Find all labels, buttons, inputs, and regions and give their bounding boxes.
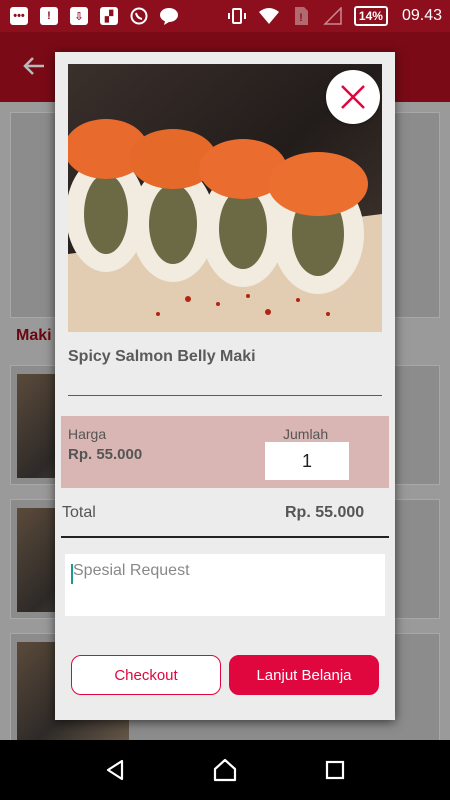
total-value: Rp. 55.000 — [285, 504, 365, 521]
svg-text:!: ! — [299, 12, 303, 24]
home-button[interactable] — [205, 750, 245, 790]
special-request-input[interactable] — [65, 554, 385, 616]
system-icons: ! 14% 09.43 — [226, 6, 442, 26]
back-triangle-icon — [106, 759, 124, 781]
battery-indicator: 14% — [353, 6, 388, 26]
chat-bubble-icon: ••• — [8, 6, 30, 26]
download-icon: ⇩ — [68, 6, 90, 26]
price-value: Rp. 55.000 — [68, 446, 143, 463]
price-label: Harga — [68, 426, 107, 442]
close-button[interactable] — [326, 70, 380, 124]
notification-icons: ••• ! ⇩ ▞ — [8, 6, 180, 26]
background-section-label: Maki — [16, 327, 52, 344]
back-arrow-icon — [22, 54, 48, 80]
line-icon — [158, 6, 180, 26]
recents-button[interactable] — [315, 750, 355, 790]
checkout-button[interactable]: Checkout — [71, 655, 221, 695]
whatsapp-icon — [128, 6, 150, 26]
clock: 09.43 — [401, 7, 442, 24]
home-icon — [213, 758, 237, 782]
divider — [68, 395, 382, 396]
wifi-icon — [258, 6, 280, 26]
continue-shopping-button[interactable]: Lanjut Belanja — [229, 655, 379, 695]
price-quantity-panel: Harga Rp. 55.000 Jumlah — [61, 416, 389, 488]
flipboard-icon: ▞ — [98, 6, 120, 26]
text-cursor — [71, 564, 73, 584]
navigation-bar — [0, 740, 450, 800]
recents-square-icon — [325, 760, 345, 780]
product-name: Spicy Salmon Belly Maki — [68, 348, 256, 365]
vibrate-icon — [226, 6, 248, 26]
status-bar: ••• ! ⇩ ▞ ! 14% 09.43 — [0, 0, 450, 32]
close-icon — [341, 85, 365, 109]
quantity-label: Jumlah — [283, 426, 329, 442]
quantity-input[interactable] — [265, 442, 349, 480]
sim-alert-icon: ! — [290, 6, 312, 26]
alert-icon: ! — [38, 6, 60, 26]
total-label: Total — [62, 504, 96, 521]
order-dialog: Spicy Salmon Belly Maki Harga Rp. 55.000… — [55, 52, 395, 720]
back-button[interactable] — [95, 750, 135, 790]
signal-icon — [322, 6, 344, 26]
divider — [61, 536, 389, 538]
